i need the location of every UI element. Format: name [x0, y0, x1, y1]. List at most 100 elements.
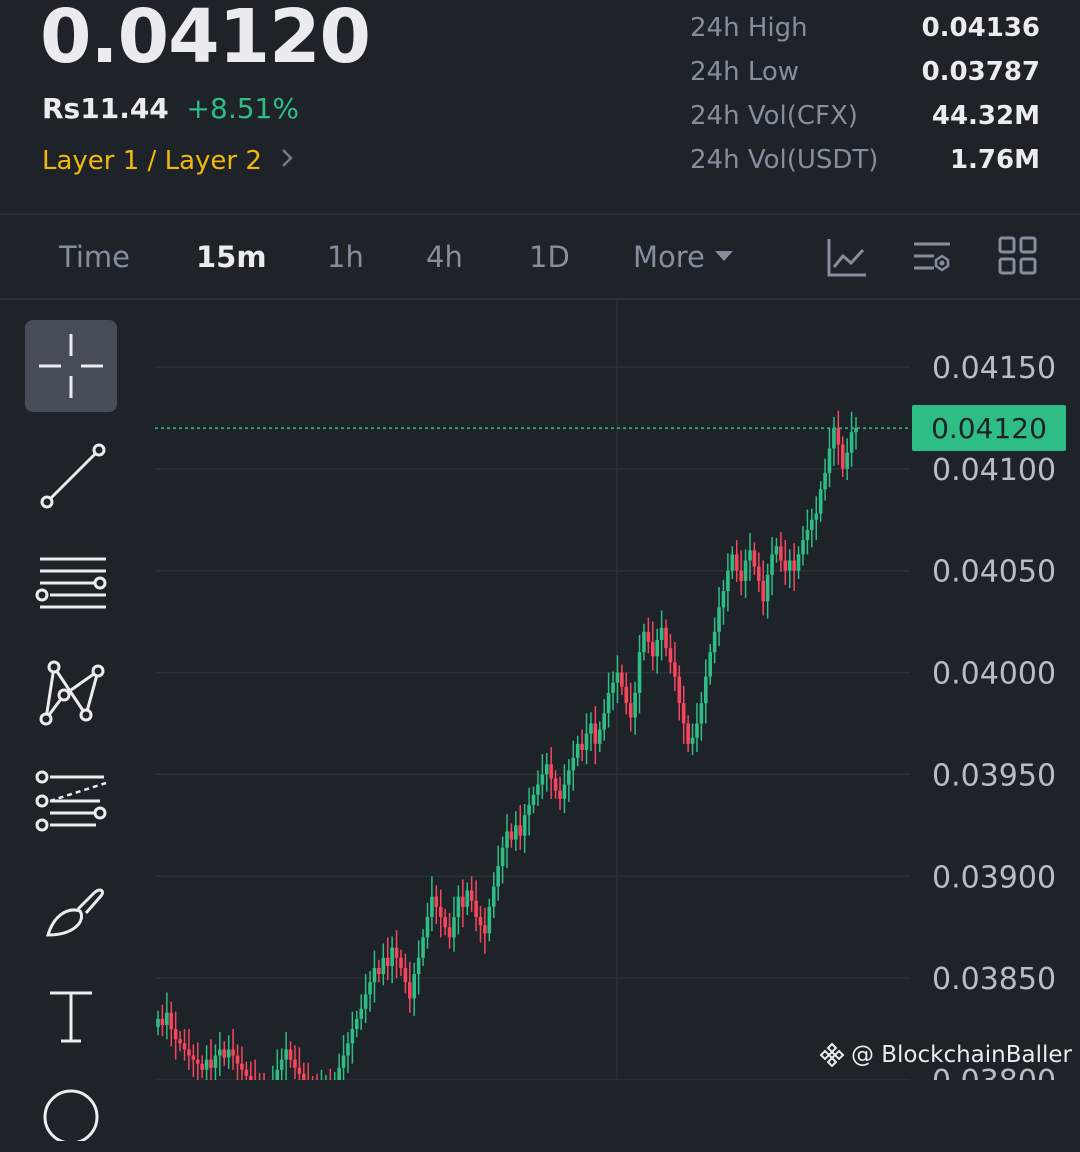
crosshair-tool[interactable]	[25, 320, 117, 412]
candle-body	[337, 1067, 341, 1080]
shape-icon	[43, 1089, 99, 1141]
candle-body	[443, 917, 447, 928]
candle-body	[743, 560, 748, 581]
candle-body	[372, 967, 377, 983]
stat-label: 24h Vol(CFX)	[690, 101, 858, 131]
y-tick-label: 0.03950	[932, 758, 1056, 793]
candle-body	[496, 866, 500, 887]
candle-body	[421, 937, 425, 958]
last-price: 0.04120	[40, 0, 371, 80]
candle-body	[204, 1059, 209, 1070]
candle-body	[779, 546, 783, 561]
tab-more[interactable]: More	[633, 240, 733, 274]
indicator-settings-icon[interactable]	[912, 236, 954, 282]
candle-body	[173, 1029, 178, 1040]
brush-tool[interactable]	[25, 862, 117, 954]
candle-body	[827, 448, 832, 473]
stat-24h-vol-quote: 24h Vol(USDT) 1.76M	[690, 138, 1040, 182]
horizontal-lines-tool[interactable]	[25, 538, 117, 630]
candle-body	[438, 906, 443, 918]
y-tick-label: 0.03850	[932, 962, 1056, 997]
price-change-percent: +8.51%	[186, 92, 299, 125]
candle-body	[394, 947, 399, 958]
tab-1d[interactable]: 1D	[529, 240, 570, 274]
candle-body	[836, 428, 841, 445]
stat-value: 0.04136	[921, 13, 1040, 43]
candle-body	[703, 676, 708, 704]
candle-body	[695, 723, 699, 738]
text-icon	[50, 991, 92, 1043]
candle-body	[288, 1049, 293, 1060]
candle-body	[465, 890, 470, 907]
candle-body	[381, 957, 386, 975]
candle-body	[681, 703, 686, 724]
pattern-icon	[39, 660, 105, 726]
candle-body	[301, 1073, 306, 1080]
pattern-tool[interactable]	[25, 646, 117, 738]
candle-body	[620, 672, 624, 687]
candle-body	[757, 566, 761, 581]
tab-4h[interactable]: 4h	[426, 240, 463, 274]
candle-body	[633, 692, 637, 718]
candle-body	[487, 906, 492, 934]
candle-body	[213, 1055, 218, 1068]
candle-body	[650, 642, 655, 657]
shape-tool[interactable]	[25, 1060, 117, 1152]
horizontal-lines-icon	[35, 557, 107, 609]
candle-body	[761, 580, 766, 602]
candle-body	[354, 1018, 359, 1030]
candle-body	[483, 925, 487, 934]
candle-body	[226, 1049, 231, 1058]
chevron-right-icon	[280, 147, 294, 175]
candle-body	[425, 917, 430, 938]
candle-body	[845, 452, 849, 469]
trend-line-tool[interactable]	[25, 430, 117, 522]
candle-body	[748, 550, 752, 561]
candle-body	[544, 764, 549, 775]
candle-body	[416, 957, 421, 975]
candle-body	[363, 994, 368, 1009]
fib-tool-icon	[35, 770, 107, 832]
stat-24h-vol-base: 24h Vol(CFX) 44.32M	[690, 94, 1040, 138]
candle-body	[491, 886, 496, 907]
candle-body	[165, 1012, 169, 1025]
candle-body	[359, 1008, 364, 1019]
line-chart-icon[interactable]	[826, 236, 868, 282]
tab-1h[interactable]: 1h	[327, 240, 364, 274]
category-tags-link[interactable]: Layer 1 / Layer 2	[42, 146, 294, 176]
candle-body	[668, 648, 673, 663]
stat-value: 44.32M	[931, 101, 1040, 131]
candle-body	[558, 790, 562, 799]
candle-body	[293, 1059, 297, 1068]
candle-body	[783, 560, 788, 571]
candle-body	[642, 631, 646, 653]
candle-body	[655, 639, 660, 657]
candle-body	[615, 672, 620, 683]
candle-body	[187, 1049, 191, 1056]
candle-body	[531, 794, 536, 805]
grid-layout-icon[interactable]	[998, 236, 1038, 280]
tab-time[interactable]: Time	[59, 240, 130, 274]
stat-label: 24h High	[690, 13, 808, 43]
fib-tool[interactable]	[25, 754, 117, 846]
candle-body	[589, 723, 593, 734]
tab-15m[interactable]: 15m	[196, 240, 267, 274]
candle-body	[549, 764, 553, 779]
text-tool[interactable]	[25, 970, 117, 1062]
candle-body	[178, 1039, 182, 1044]
y-tick-label: 0.03900	[932, 860, 1056, 895]
stat-value: 1.76M	[949, 145, 1040, 175]
fiat-price-row: Rs11.44 +8.51%	[42, 92, 299, 125]
candle-body	[849, 432, 854, 453]
candle-body	[712, 631, 717, 653]
candle-body	[514, 825, 518, 840]
candle-body	[408, 982, 412, 999]
candle-body	[341, 1055, 346, 1068]
candle-body	[673, 662, 677, 677]
candle-body	[522, 815, 527, 836]
candle-body	[553, 778, 558, 791]
candle-body	[593, 723, 598, 744]
candle-body	[770, 554, 774, 575]
candle-body	[677, 676, 682, 704]
candle-body	[156, 1018, 160, 1028]
